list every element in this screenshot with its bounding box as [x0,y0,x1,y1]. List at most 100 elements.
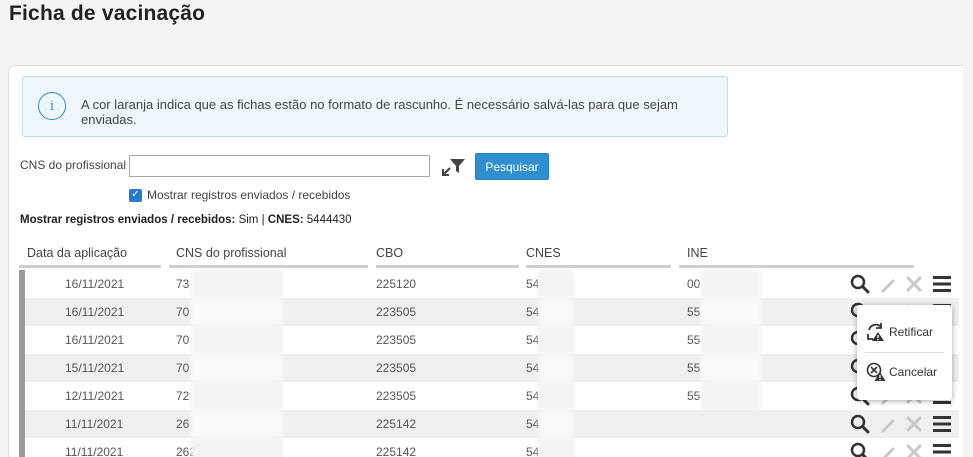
cell-date: 12/11/2021 [65,389,125,403]
main-panel: i A cor laranja indica que as fichas est… [8,65,968,457]
table-row[interactable]: 15/11/2021 70 223505 54 55 [19,354,959,382]
row-actions [849,273,951,295]
menu-icon[interactable] [931,413,953,435]
table-row[interactable]: 11/11/2021262187747522514254 [19,438,959,457]
search-icon[interactable] [849,273,871,295]
edit-icon[interactable] [877,413,899,435]
cell-cbo: 225142 [376,417,417,431]
col-header-cnes[interactable]: CNES [526,246,561,260]
records-table: Data da aplicação CNS do profissional CB… [19,244,959,457]
info-text: A cor laranja indica que as fichas estão… [81,97,678,127]
redacted-area [538,354,574,382]
cell-cbo: 225120 [376,277,417,291]
edit-icon[interactable] [877,273,899,295]
redacted-area [701,326,761,354]
redacted-area [701,382,761,410]
cell-ine: 55 [687,361,701,375]
cell-cns: 26 [176,417,190,431]
col-header-date[interactable]: Data da aplicação [27,246,127,260]
redacted-area [191,298,283,326]
cell-cns: 73 [176,277,190,291]
cancel-icon [866,362,886,381]
col-header-cns[interactable]: CNS do profissional [176,246,286,260]
col-header-ine[interactable]: INE [687,246,708,260]
redacted-area [538,270,574,298]
cell-date: 11/11/2021 [65,445,124,457]
redacted-area [538,438,574,457]
table-row[interactable]: 16/11/2021 73 225120 54 00 [19,270,959,298]
redacted-area [701,270,761,298]
edit-icon[interactable] [877,441,899,457]
table-row[interactable]: 12/11/2021 72 223505 54 55 [19,382,959,410]
redacted-area [538,410,574,438]
redacted-area [538,326,574,354]
redacted-area [538,298,574,326]
row-status-marker [19,270,25,298]
search-icon[interactable] [849,413,871,435]
close-icon[interactable] [903,441,925,457]
row-status-marker [19,382,25,410]
row-actions-menu: Retificar Cancelar [857,305,952,400]
search-button[interactable]: Pesquisar [475,153,549,180]
menu-icon[interactable] [931,441,953,457]
summary-cnes-value: 5444430 [306,214,352,226]
redacted-area [538,382,574,410]
cell-date: 11/11/2021 [65,417,124,431]
close-icon[interactable] [903,413,925,435]
menu-item-retify[interactable]: Retificar [866,322,933,342]
menu-icon[interactable] [931,273,953,295]
header-underline [526,265,671,268]
cell-cns: 70 [176,305,190,319]
table-body: 16/11/2021 73 225120 54 00 16/11/2021 70 223505… [19,270,959,457]
cell-cbo: 223505 [376,305,417,319]
cell-cns: 70 [176,333,190,347]
table-row[interactable]: 16/11/2021 70 223505 54 55 [19,298,959,326]
cell-cns: 72 [176,389,190,403]
cell-date: 16/11/2021 [65,305,125,319]
header-underline [169,265,368,268]
table-row[interactable]: 11/11/2021 26 225142 54 [19,410,959,438]
cell-date: 16/11/2021 [65,277,125,291]
cell-ine: 00 [687,277,701,291]
menu-separator [865,352,944,353]
table-row[interactable]: 16/11/2021 70 223505 54 55 [19,326,959,354]
cns-input[interactable] [129,155,430,177]
redacted-area [191,410,283,438]
cell-ine: 55 [687,389,701,403]
cell-cbo: 225142 [376,445,417,457]
summary-value: Sim [238,214,259,226]
row-status-marker [19,326,25,354]
row-actions [849,413,951,435]
header-underline [679,265,914,268]
cell-cns: 70 [176,361,190,375]
info-icon: i [38,92,66,120]
summary-cnes-label: CNES: [267,214,304,226]
cns-label: CNS do profissional [20,158,127,172]
redacted-area [191,270,283,298]
redacted-area [191,326,283,354]
summary-label: Mostrar registros enviados / recebidos: [20,214,236,226]
menu-item-cancel-label: Cancelar [889,365,938,379]
show-sent-checkbox-label: Mostrar registros enviados / recebidos [147,188,351,202]
retify-icon [867,323,884,341]
header-underline [376,265,519,268]
show-sent-checkbox[interactable]: ✓ [129,188,142,202]
filter-summary: Mostrar registros enviados / recebidos: … [20,214,352,226]
redacted-area [191,438,283,457]
close-icon[interactable] [903,273,925,295]
summary-separator: | [261,214,265,226]
col-header-cbo[interactable]: CBO [376,246,403,260]
search-icon[interactable] [849,441,871,457]
cell-cbo: 223505 [376,333,417,347]
header-underline [19,265,161,268]
redacted-area [701,298,761,326]
row-status-marker [19,410,25,438]
row-actions [849,441,951,457]
page-title: Ficha de vacinação [9,2,206,25]
redacted-area [191,382,283,410]
menu-item-cancel[interactable]: Cancelar [866,362,937,382]
show-sent-checkbox-row[interactable]: ✓ Mostrar registros enviados / recebidos [129,188,350,202]
scrollbar[interactable] [963,60,973,457]
cell-cbo: 223505 [376,389,417,403]
filter-clear-icon[interactable] [441,155,467,179]
